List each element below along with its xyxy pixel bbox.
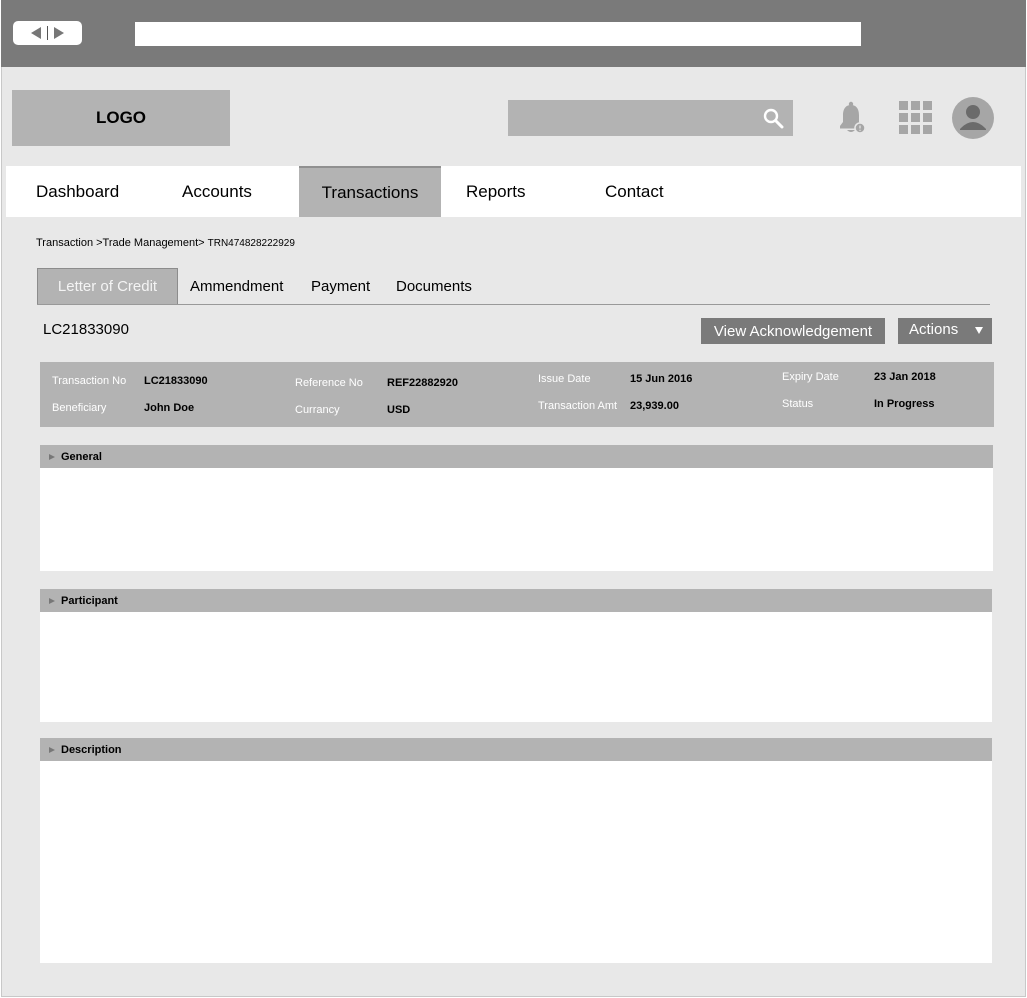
description-section-title: Description: [61, 743, 122, 756]
tab-ammendment[interactable]: Ammendment: [190, 268, 283, 304]
expiry-date-label: Expiry Date: [782, 371, 839, 383]
expand-arrow-icon: [49, 597, 55, 604]
view-acknowledgement-button[interactable]: View Acknowledgement: [701, 318, 885, 344]
back-button[interactable]: [25, 21, 47, 45]
transaction-summary: Transaction No LC21833090 Beneficiary Jo…: [40, 362, 994, 427]
description-section-header[interactable]: Description: [40, 738, 992, 761]
nav-reports[interactable]: Reports: [466, 166, 526, 217]
participant-section: Participant: [40, 589, 992, 722]
status-label: Status: [782, 398, 814, 410]
transaction-no-label: Transaction No: [52, 375, 127, 387]
general-section: General: [40, 445, 993, 571]
breadcrumb-parent[interactable]: Transaction >Trade Management>: [36, 237, 205, 249]
currency-value: USD: [387, 404, 411, 416]
forward-button[interactable]: [48, 21, 70, 45]
general-section-title: General: [61, 450, 102, 463]
address-bar[interactable]: [135, 22, 861, 46]
expand-arrow-icon: [49, 453, 55, 460]
breadcrumb-current: TRN474828222929: [207, 238, 295, 249]
transaction-no-value: LC21833090: [144, 375, 208, 387]
actions-label: Actions: [909, 321, 959, 338]
participant-section-title: Participant: [61, 594, 118, 607]
tabs-divider: [37, 304, 990, 305]
nav-dashboard[interactable]: Dashboard: [36, 166, 119, 217]
apps-grid-icon[interactable]: [899, 101, 933, 135]
issue-date-value: 15 Jun 2016: [630, 373, 693, 385]
description-section: Description: [40, 738, 992, 963]
currency-label: Currancy: [295, 404, 340, 416]
back-arrow-icon: [31, 27, 41, 39]
logo: LOGO: [12, 90, 230, 146]
beneficiary-label: Beneficiary: [52, 402, 107, 414]
tab-letter-of-credit[interactable]: Letter of Credit: [37, 268, 178, 304]
forward-arrow-icon: [54, 27, 64, 39]
reference-no-value: REF22882920: [387, 377, 458, 389]
user-avatar-icon[interactable]: [952, 97, 994, 139]
page-title: LC21833090: [43, 321, 129, 338]
general-section-header[interactable]: General: [40, 445, 993, 468]
search-icon[interactable]: [763, 108, 784, 129]
logo-text: LOGO: [95, 108, 147, 127]
beneficiary-value: John Doe: [144, 402, 195, 414]
main-navigation: Dashboard Accounts Transactions Reports …: [6, 166, 1021, 217]
reference-no-label: Reference No: [295, 377, 363, 389]
nav-transactions[interactable]: Transactions: [299, 166, 441, 217]
actions-dropdown[interactable]: Actions: [898, 318, 992, 344]
nav-accounts[interactable]: Accounts: [182, 166, 252, 217]
transaction-amt-value: 23,939.00: [630, 400, 679, 412]
tab-documents[interactable]: Documents: [396, 268, 472, 304]
chevron-down-icon: [975, 327, 983, 334]
browser-nav-buttons: [13, 21, 82, 45]
nav-contact[interactable]: Contact: [605, 166, 664, 217]
status-value: In Progress: [874, 398, 935, 410]
tab-payment[interactable]: Payment: [311, 268, 370, 304]
transaction-amt-label: Transaction Amt: [538, 400, 618, 412]
participant-section-header[interactable]: Participant: [40, 589, 992, 612]
breadcrumb: Transaction >Trade Management> TRN474828…: [36, 237, 295, 249]
search-input[interactable]: [508, 100, 793, 136]
expand-arrow-icon: [49, 746, 55, 753]
expiry-date-value: 23 Jan 2018: [874, 371, 936, 383]
issue-date-label: Issue Date: [538, 373, 591, 385]
notification-bell-icon[interactable]: [836, 100, 868, 136]
